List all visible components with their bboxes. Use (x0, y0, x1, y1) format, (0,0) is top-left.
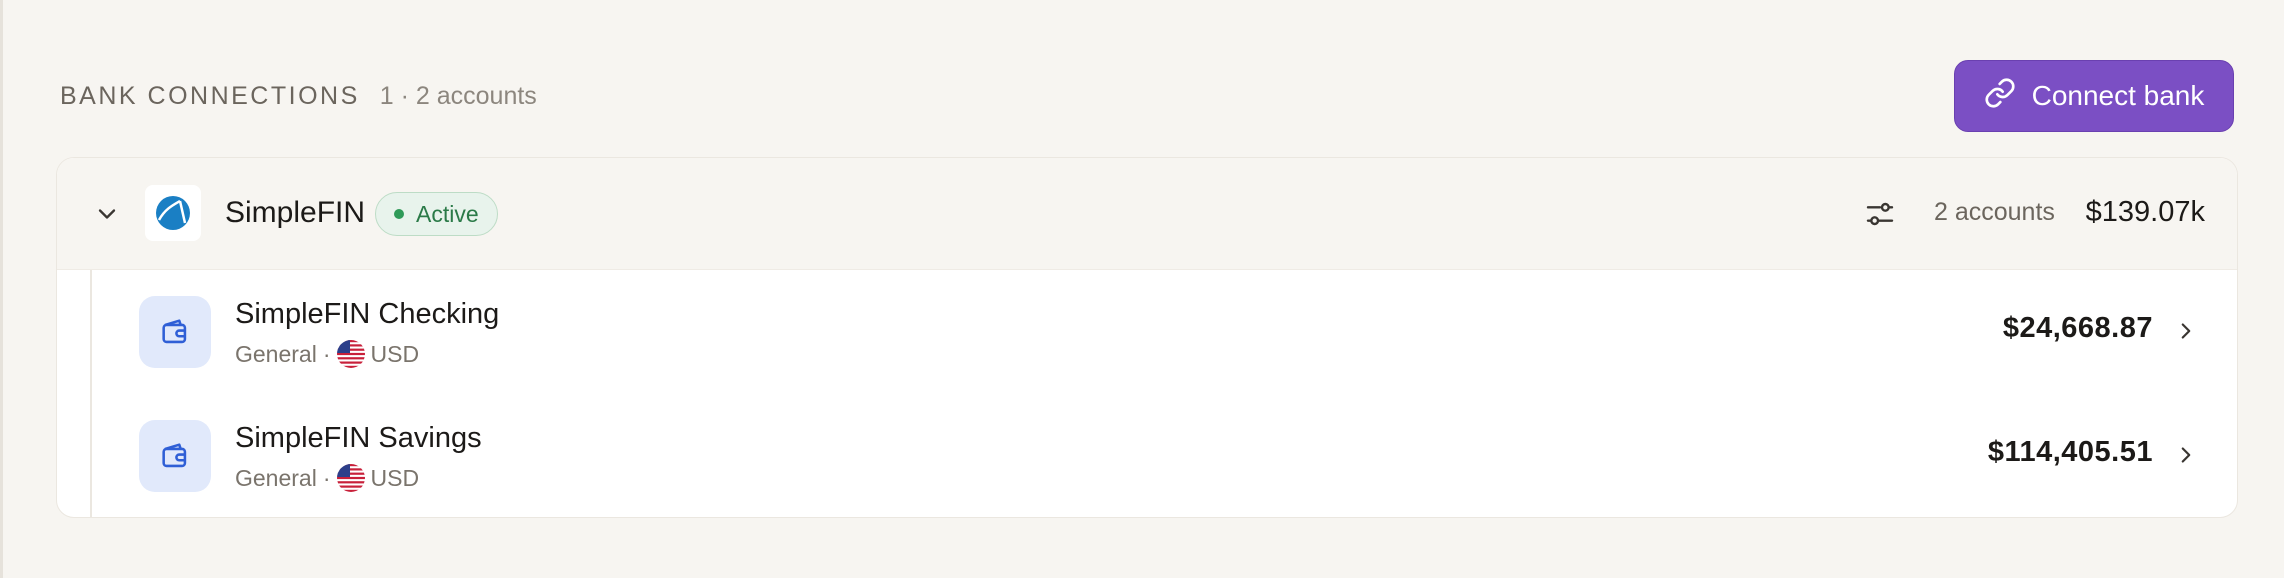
connection-name: SimpleFIN (225, 196, 366, 229)
account-row-checking[interactable]: SimpleFIN Checking General · USD $24,668… (57, 270, 2237, 394)
status-dot-icon (394, 209, 404, 219)
account-currency: USD (370, 464, 420, 491)
account-type: General (235, 340, 317, 367)
account-name: SimpleFIN Checking (235, 298, 500, 330)
account-currency: USD (370, 340, 420, 367)
account-balance: $114,405.51 (1987, 436, 2153, 468)
chevron-right-icon[interactable] (2173, 318, 2199, 344)
wallet-icon (139, 296, 211, 368)
account-type: General (235, 464, 317, 491)
connect-bank-label: Connect bank (2031, 80, 2205, 111)
connect-bank-button[interactable]: Connect bank (1954, 60, 2234, 132)
section-header: BANK CONNECTIONS 1 · 2 accounts Connect … (60, 60, 2234, 132)
simplefin-logo-icon (145, 185, 201, 241)
account-list: SimpleFIN Checking General · USD $24,668… (57, 270, 2237, 517)
wallet-icon (139, 420, 211, 492)
us-flag-icon (336, 464, 365, 492)
settings-sliders-icon[interactable] (1864, 198, 1896, 230)
connection-card: SimpleFIN Active 2 accounts $139.07k Sim… (56, 157, 2238, 518)
connection-header[interactable]: SimpleFIN Active 2 accounts $139.07k (57, 158, 2237, 270)
account-name: SimpleFIN Savings (235, 422, 482, 454)
chevron-right-icon[interactable] (2173, 442, 2199, 468)
us-flag-icon (336, 340, 365, 368)
account-meta: General · USD (235, 464, 419, 492)
connection-total: $139.07k (2085, 196, 2205, 228)
bank-connections-panel: BANK CONNECTIONS 1 · 2 accounts Connect … (0, 0, 2284, 578)
section-title: BANK CONNECTIONS (60, 81, 360, 110)
status-badge: Active (375, 192, 498, 236)
meta-separator: · (322, 464, 331, 491)
account-meta: General · USD (235, 340, 419, 368)
status-label: Active (416, 200, 479, 227)
link-icon (1984, 77, 2016, 116)
section-count: 1 · 2 accounts (379, 81, 537, 110)
account-row-savings[interactable]: SimpleFIN Savings General · USD $114,405… (57, 394, 2237, 517)
account-balance: $24,668.87 (2002, 312, 2153, 344)
connection-accounts-count: 2 accounts (1934, 198, 2055, 226)
meta-separator: · (322, 340, 331, 367)
chevron-down-icon[interactable] (93, 200, 121, 228)
